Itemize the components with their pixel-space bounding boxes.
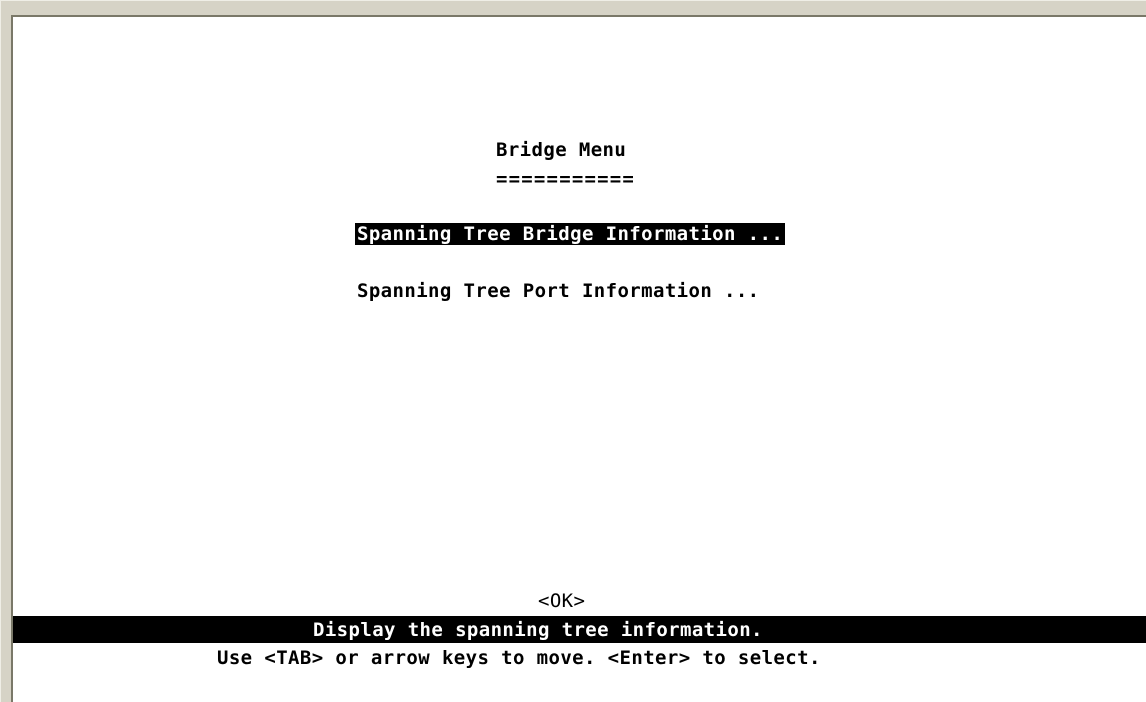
menu-item-spanning-tree-bridge-info[interactable]: Spanning Tree Bridge Information ...	[355, 223, 786, 245]
status-bar-text: Display the spanning tree information.	[313, 619, 763, 641]
menu-title: Bridge Menu	[496, 139, 627, 161]
terminal-screen: Bridge Menu =========== Spanning Tree Br…	[11, 15, 1146, 702]
menu-item-spanning-tree-port-info[interactable]: Spanning Tree Port Information ...	[355, 280, 762, 302]
ok-button[interactable]: <OK>	[538, 590, 585, 612]
help-text: Use <TAB> or arrow keys to move. <Enter>…	[217, 647, 821, 669]
menu-title-underline: ===========	[496, 168, 636, 190]
terminal-window: Bridge Menu =========== Spanning Tree Br…	[0, 0, 1146, 702]
